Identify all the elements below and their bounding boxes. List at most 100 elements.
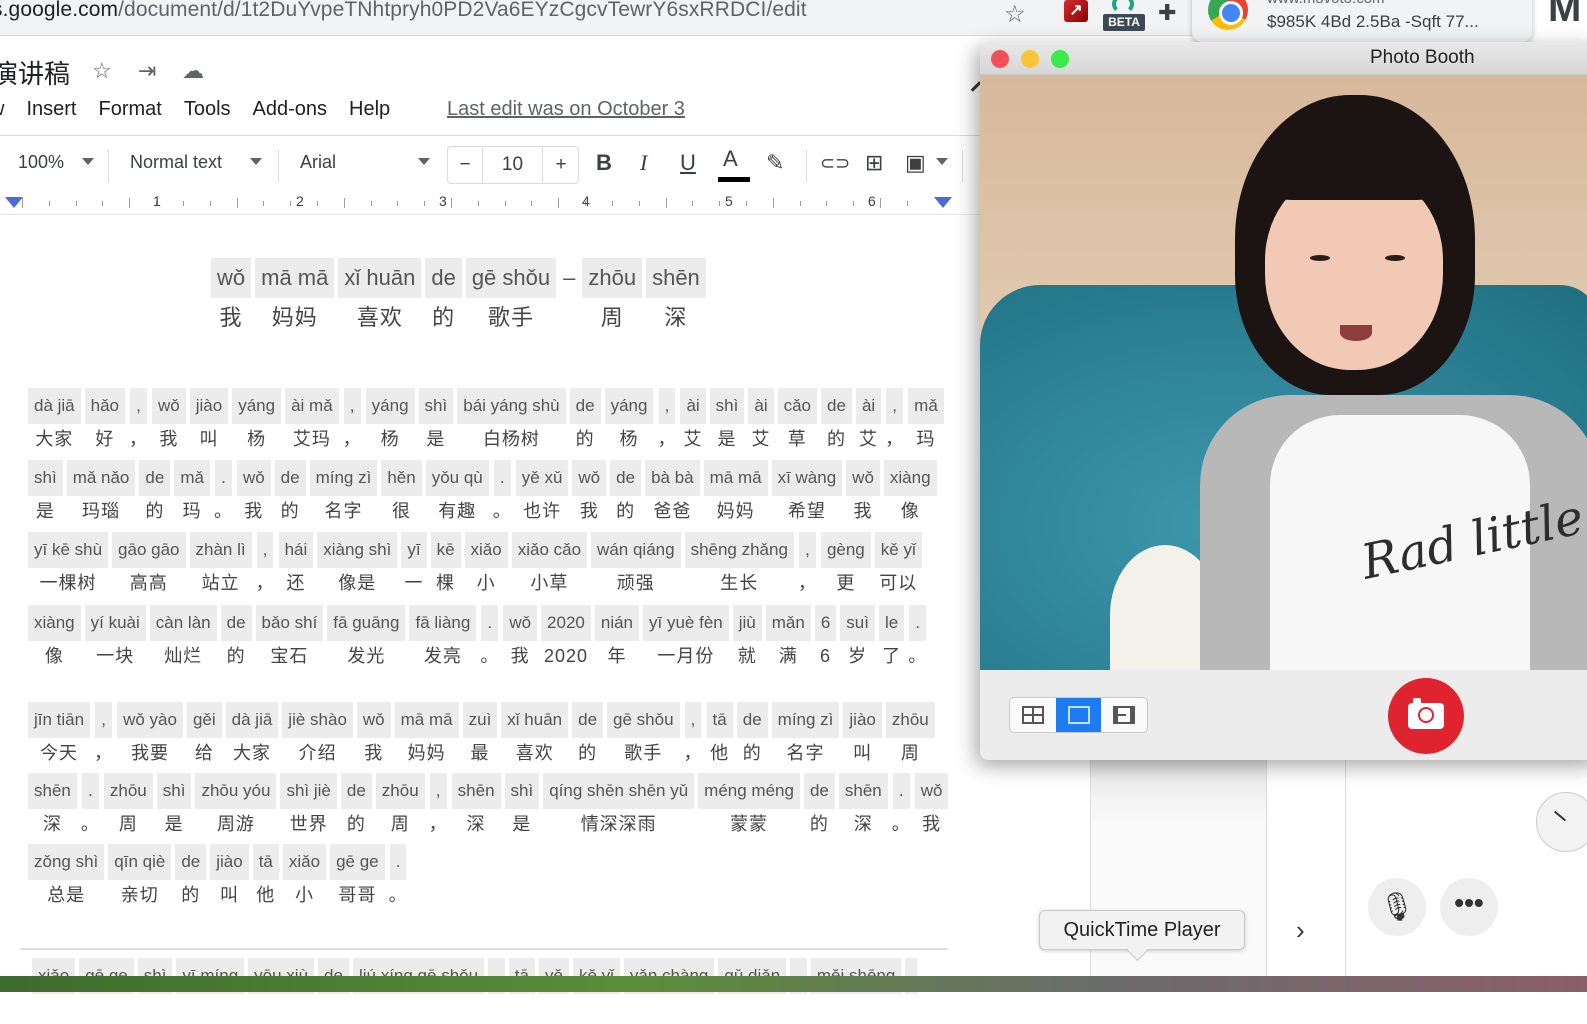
pinyin-word-pair[interactable]: .。 bbox=[493, 460, 512, 526]
star-icon[interactable]: ☆ bbox=[92, 58, 112, 84]
pinyin-word-pair[interactable]: jiào 叫 bbox=[189, 388, 229, 454]
pinyin-word-pair[interactable]: zǒng shì 总是 bbox=[28, 844, 105, 910]
pinyin-word-pair[interactable]: gē shǒu 歌手 bbox=[465, 258, 557, 338]
pinyin-word-pair[interactable]: shēn 深 bbox=[451, 773, 501, 839]
zoom-select[interactable]: 100% bbox=[18, 152, 64, 173]
pinyin-word-pair[interactable]: .。 bbox=[81, 773, 100, 839]
pinyin-word-pair[interactable]: kě yǐ 可以 bbox=[874, 532, 922, 598]
pinyin-word-pair[interactable]: de 的 bbox=[340, 773, 372, 839]
pinyin-word-pair[interactable]: xiàng 像 bbox=[883, 460, 937, 526]
pinyin-word-pair[interactable]: bǎo shí 宝石 bbox=[255, 605, 324, 671]
pinyin-word-pair[interactable]: shì 是 bbox=[418, 388, 454, 454]
pinyin-word-pair[interactable]: gěi 给 bbox=[186, 702, 222, 768]
pinyin-word-pair[interactable]: shì 是 bbox=[28, 460, 63, 526]
font-select[interactable]: Arial bbox=[300, 152, 336, 173]
pinyin-word-pair[interactable]: ,， bbox=[798, 532, 817, 598]
pinyin-word-pair[interactable]: bà bà 爸爸 bbox=[645, 460, 700, 526]
pinyin-word-pair[interactable]: yě xǔ 也许 bbox=[515, 460, 569, 526]
pinyin-word-pair[interactable]: míng zì 名字 bbox=[309, 460, 378, 526]
pinyin-word-pair[interactable]: yī kē shù 一棵树 bbox=[28, 532, 109, 598]
pinyin-word-pair[interactable]: nián 年 bbox=[594, 605, 640, 671]
left-indent-marker-icon[interactable] bbox=[5, 197, 23, 208]
address-bar[interactable]: s.google.com/document/d/1t2DuYvpeTNhtpry… bbox=[0, 0, 1200, 36]
pinyin-word-pair[interactable]: shì 是 bbox=[709, 388, 745, 454]
pinyin-word-pair[interactable]: wǒ 我 bbox=[152, 388, 186, 454]
pinyin-word-pair[interactable]: de 的 bbox=[803, 773, 835, 839]
pinyin-word-pair[interactable]: suì 岁 bbox=[840, 605, 875, 671]
url-text[interactable]: s.google.com/document/d/1t2DuYvpeTNhtpry… bbox=[0, 0, 807, 22]
movie-mode-button[interactable] bbox=[1101, 698, 1147, 732]
pinyin-word-pair[interactable]: gèng 更 bbox=[820, 532, 871, 598]
document-title[interactable]: 演讲稿 bbox=[0, 54, 70, 91]
pinyin-word-pair[interactable]: xiǎo 小 bbox=[282, 844, 327, 910]
extension-beta-icon[interactable]: BETA bbox=[1103, 0, 1145, 32]
pinyin-word-pair[interactable]: de 的 bbox=[175, 844, 207, 910]
pinyin-word-pair[interactable]: 66 bbox=[814, 605, 837, 671]
bookmark-star-icon[interactable]: ☆ bbox=[1004, 0, 1026, 29]
pinyin-word-pair[interactable]: gē ge 哥哥 bbox=[330, 844, 385, 910]
pinyin-word-pair[interactable]: ,， bbox=[343, 388, 362, 454]
pinyin-word-pair[interactable]: ,， bbox=[429, 773, 448, 839]
pinyin-word-pair[interactable]: wǒ 我 bbox=[236, 460, 271, 526]
pinyin-word-pair[interactable]: zhàn lì 站立 bbox=[189, 532, 252, 598]
decrease-font-size-button[interactable]: − bbox=[448, 147, 482, 183]
pinyin-word-pair[interactable]: jiè shào 介绍 bbox=[282, 702, 353, 768]
partial-tab-tile[interactable]: M bbox=[1540, 0, 1587, 30]
pinyin-word-pair[interactable]: shēn 深 bbox=[838, 773, 888, 839]
zoom-dropdown-arrow-icon[interactable] bbox=[82, 158, 94, 165]
pinyin-word-pair[interactable]: de 的 bbox=[220, 605, 252, 671]
photo-booth-titlebar[interactable]: Photo Booth bbox=[980, 42, 1587, 75]
pinyin-word-pair[interactable]: ài 艾 bbox=[748, 388, 774, 454]
pinyin-word-pair[interactable]: de 的 bbox=[425, 258, 462, 338]
pinyin-word-pair[interactable]: ,， bbox=[885, 388, 904, 454]
minimize-button[interactable] bbox=[1021, 50, 1039, 68]
underline-button[interactable]: U bbox=[680, 150, 696, 176]
pinyin-word-pair[interactable]: ài 艾 bbox=[680, 388, 706, 454]
pinyin-word-pair[interactable]: wǒ 我 bbox=[914, 773, 949, 839]
pinyin-word-pair[interactable]: 2020 2020 bbox=[541, 605, 591, 671]
close-button[interactable] bbox=[991, 50, 1009, 68]
pinyin-word-pair[interactable]: shēn 深 bbox=[646, 258, 706, 338]
extensions-puzzle-icon[interactable]: ✚ bbox=[1158, 0, 1176, 26]
right-indent-marker-icon[interactable] bbox=[934, 197, 952, 208]
document-page[interactable]: wǒ 我 mā mā 妈妈 xǐ huān 喜欢 de 的 gē shǒu 歌手 – zhōu 周 shē… bbox=[0, 216, 980, 994]
pinyin-word-pair[interactable]: .。 bbox=[480, 605, 499, 671]
menu-help[interactable]: Help bbox=[349, 98, 390, 121]
pinyin-word-pair[interactable]: zhōu 周 bbox=[582, 258, 643, 338]
add-comment-icon[interactable]: ⊞ bbox=[865, 150, 883, 176]
pinyin-word-pair[interactable]: dà jiā 大家 bbox=[28, 388, 81, 454]
last-edit-link[interactable]: Last edit was on October 3 bbox=[447, 98, 685, 121]
pinyin-word-pair[interactable]: wǒ 我 bbox=[846, 460, 880, 526]
menu-tools[interactable]: Tools bbox=[184, 98, 231, 121]
pinyin-word-pair[interactable]: xǐ huān 喜欢 bbox=[338, 258, 422, 338]
pinyin-word-pair[interactable]: fā guāng 发光 bbox=[327, 605, 406, 671]
pinyin-word-pair[interactable]: càn làn 灿烂 bbox=[149, 605, 217, 671]
pinyin-word-pair[interactable]: cǎo 草 bbox=[777, 388, 818, 454]
pinyin-word-pair[interactable]: gē shǒu 歌手 bbox=[607, 702, 680, 768]
font-size-input[interactable]: 10 bbox=[483, 147, 542, 183]
insert-image-icon[interactable]: ▣ bbox=[905, 150, 926, 176]
pinyin-word-pair[interactable]: mā mā 妈妈 bbox=[255, 258, 335, 338]
pinyin-word-pair[interactable]: dà jiā 大家 bbox=[225, 702, 279, 768]
menu-view[interactable]: w bbox=[0, 98, 4, 121]
pinyin-word-pair[interactable]: ,， bbox=[657, 388, 676, 454]
increase-font-size-button[interactable]: + bbox=[543, 147, 579, 183]
pinyin-word-pair[interactable]: xī wàng 希望 bbox=[771, 460, 843, 526]
cloud-saved-icon[interactable]: ☁ bbox=[182, 58, 204, 84]
pinyin-word-pair[interactable]: jiù 就 bbox=[732, 605, 762, 671]
pinyin-word-pair[interactable]: míng zì 名字 bbox=[771, 702, 840, 768]
pinyin-word-pair[interactable]: wǒ 我 bbox=[572, 460, 607, 526]
pinyin-word-pair[interactable]: de 的 bbox=[274, 460, 306, 526]
pinyin-word-pair[interactable]: mǎn 满 bbox=[765, 605, 811, 671]
pinyin-word-pair[interactable]: zhōu 周 bbox=[885, 702, 935, 768]
pinyin-word-pair[interactable]: .。 bbox=[214, 460, 233, 526]
move-to-folder-icon[interactable]: ⇥ bbox=[138, 58, 156, 84]
pinyin-word-pair[interactable]: mā mā 妈妈 bbox=[394, 702, 459, 768]
menu-insert[interactable]: Insert bbox=[26, 98, 76, 121]
pinyin-word-pair[interactable]: yí kuài 一块 bbox=[84, 605, 146, 671]
pinyin-word-pair[interactable]: hǎo 好 bbox=[84, 388, 126, 454]
pinyin-word-pair[interactable]: wǒ 我 bbox=[356, 702, 391, 768]
pinyin-word-pair[interactable]: jīn tiān 今天 bbox=[28, 702, 91, 768]
pinyin-word-pair[interactable]: qīn qiè 亲切 bbox=[108, 844, 172, 910]
pinyin-word-pair[interactable]: de 的 bbox=[821, 388, 852, 454]
